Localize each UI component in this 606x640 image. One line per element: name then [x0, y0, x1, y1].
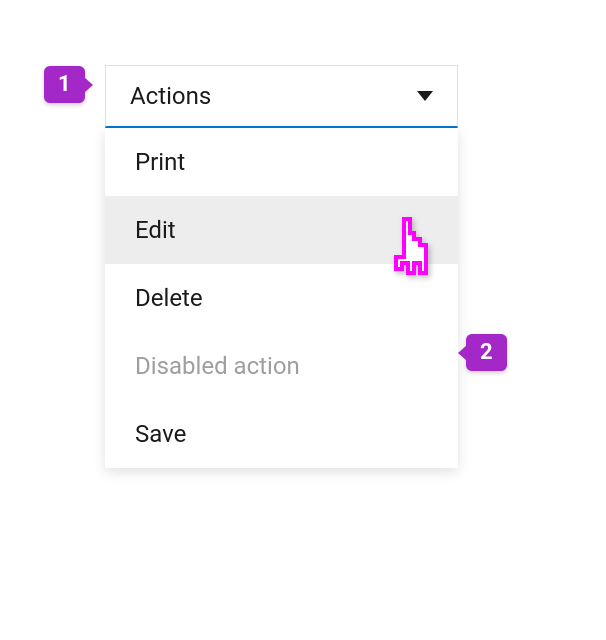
- dropdown-item-label: Edit: [135, 216, 176, 244]
- caret-down-icon: [417, 91, 433, 101]
- dropdown-item-label: Print: [135, 148, 185, 176]
- dropdown-item-save[interactable]: Save: [105, 400, 458, 468]
- dropdown-item-delete[interactable]: Delete: [105, 264, 458, 332]
- annotation-callout-1: 1: [44, 66, 85, 103]
- dropdown-trigger-label: Actions: [130, 82, 211, 110]
- dropdown-item-disabled-action: Disabled action: [105, 332, 458, 400]
- dropdown-item-label: Save: [135, 420, 186, 448]
- callout-label: 2: [480, 340, 493, 365]
- callout-label: 1: [58, 72, 71, 97]
- dropdown-menu: Print Edit Delete Disabled action Save: [105, 128, 458, 468]
- annotation-callout-2: 2: [466, 334, 507, 371]
- dropdown-item-print[interactable]: Print: [105, 128, 458, 196]
- dropdown-trigger-button[interactable]: Actions: [105, 65, 458, 128]
- dropdown-item-label: Delete: [135, 284, 203, 312]
- dropdown-item-edit[interactable]: Edit: [105, 196, 458, 264]
- dropdown-item-label: Disabled action: [135, 352, 300, 380]
- actions-dropdown: Actions Print Edit Delete Disabled actio…: [105, 65, 458, 468]
